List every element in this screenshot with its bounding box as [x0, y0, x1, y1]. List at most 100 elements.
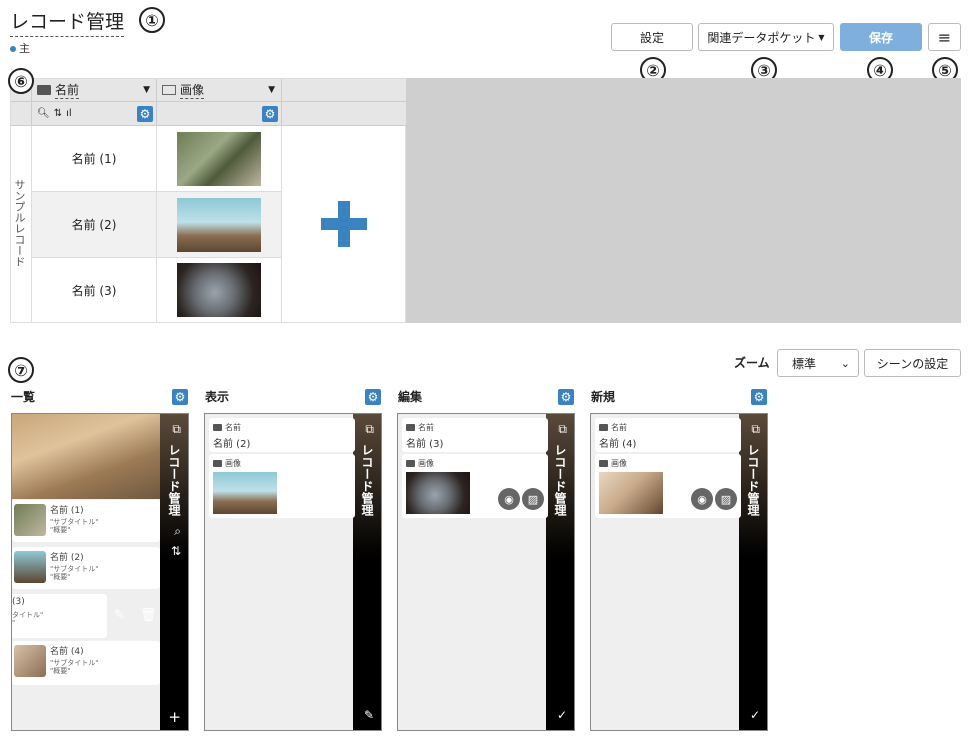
chevron-down-icon: ⌄ — [840, 357, 850, 370]
text-field-icon — [406, 424, 415, 431]
image-field-icon — [406, 460, 415, 467]
dropdown-caret-icon[interactable]: ▼ — [143, 85, 150, 95]
rail-title: レコード管理 — [553, 444, 567, 516]
scene-title-new: 新規 — [591, 390, 616, 404]
gear-icon[interactable]: ⚙ — [137, 106, 153, 122]
plus-icon[interactable] — [321, 201, 367, 247]
dropdown-caret-icon: ▼ — [818, 32, 825, 42]
cat-photo — [213, 472, 277, 514]
check-icon[interactable]: ✓ — [557, 708, 567, 722]
subtitle-text: 主 — [19, 42, 30, 55]
item-name: (3) — [12, 597, 25, 607]
scene-settings-button[interactable]: シーンの設定 — [864, 349, 961, 377]
table-cell-name[interactable]: 名前 (2) — [32, 192, 157, 258]
search-icon[interactable]: ⌕ — [174, 524, 181, 539]
scene-title-edit: 編集 — [398, 390, 423, 404]
copy-icon[interactable]: ⧉ — [751, 422, 760, 437]
column-header-image[interactable]: 画像 ▼ — [157, 79, 282, 102]
callout-7: ⑦ — [8, 357, 34, 383]
cat-photo-3 — [177, 263, 261, 317]
copy-icon[interactable]: ⧉ — [172, 422, 181, 437]
list-item[interactable]: 名前 (1) "サブタイトル" "概要" — [12, 500, 160, 542]
empty-grid-area — [406, 78, 961, 323]
save-button[interactable]: 保存 — [840, 23, 922, 51]
text-field-icon — [37, 85, 51, 95]
copy-icon[interactable]: ⧉ — [558, 422, 567, 437]
zoom-select[interactable]: 標準 ⌄ — [777, 349, 859, 377]
table-cell-image[interactable] — [157, 258, 282, 323]
table-cell-image[interactable] — [157, 126, 282, 192]
table-cell-name[interactable]: 名前 (1) — [32, 126, 157, 192]
gear-icon[interactable]: ⚙ — [558, 389, 574, 405]
related-label: 関連データポケット — [707, 30, 816, 45]
gear-icon[interactable]: ⚙ — [751, 389, 767, 405]
gear-icon[interactable]: ⚙ — [172, 389, 188, 405]
image-field-icon — [213, 460, 222, 467]
edit-icon[interactable]: ✎ — [114, 608, 125, 623]
callout-6: ⑥ — [8, 68, 34, 94]
rail-title: レコード管理 — [360, 444, 374, 516]
dropdown-caret-icon[interactable]: ▼ — [268, 85, 275, 95]
corner-subheader — [11, 102, 32, 126]
image-picker-icon[interactable]: ▨ — [522, 488, 544, 510]
related-data-pocket-button[interactable]: 関連データポケット ▼ — [698, 23, 834, 51]
scene-preview-list[interactable]: ⧉ レコード管理 ⌕ ⇅ + 名前 (1) "サブタイトル" "概要" 名前 (… — [11, 413, 189, 731]
column-label-image: 画像 — [180, 83, 205, 99]
cat-photo-1 — [177, 131, 261, 186]
zoom-value: 標準 — [792, 356, 817, 371]
field-name: 名前 名前 (2) — [209, 418, 355, 452]
field-name[interactable]: 名前 名前 (4) — [595, 418, 741, 452]
list-item-swiped[interactable]: (3) タイトル" " — [12, 594, 107, 638]
scene-preview-new[interactable]: ⧉ レコード管理 ✓ 名前 名前 (4) 画像 ◉ ▨ — [590, 413, 768, 731]
cat-photo — [599, 472, 663, 514]
table-cell-name[interactable]: 名前 (3) — [32, 258, 157, 323]
search-icon[interactable]: 🔍︎ — [37, 108, 50, 119]
field-value: 名前 (3) — [406, 439, 444, 450]
menu-button[interactable]: ≡ — [928, 23, 961, 51]
field-image[interactable]: 画像 ◉ ▨ — [402, 454, 548, 518]
check-icon[interactable]: ✓ — [750, 708, 760, 722]
gear-icon[interactable]: ⚙ — [262, 106, 278, 122]
settings-button[interactable]: 設定 — [611, 23, 693, 51]
item-desc: "概要" — [50, 573, 71, 581]
thumbnail — [14, 551, 46, 583]
rail-title: レコード管理 — [167, 444, 181, 516]
field-image: 画像 — [209, 454, 355, 518]
column-label-name: 名前 — [55, 83, 80, 99]
copy-icon[interactable]: ⧉ — [365, 422, 374, 437]
item-name: 名前 (1) — [50, 506, 84, 516]
column-header-name[interactable]: 名前 ▼ — [32, 79, 157, 102]
sort-icon[interactable]: ⇅ — [171, 544, 181, 558]
add-icon[interactable]: + — [168, 708, 181, 726]
item-subtitle: タイトル" — [12, 611, 44, 619]
text-field-icon — [599, 424, 608, 431]
scene-title-list: 一覧 — [11, 390, 36, 404]
table-cell-image[interactable] — [157, 192, 282, 258]
chart-icon[interactable]: ıl — [66, 108, 72, 119]
field-label: 画像 — [225, 459, 241, 468]
empty-subheader — [282, 102, 406, 126]
sort-icon[interactable]: ⇅ — [54, 108, 62, 119]
bullet-icon — [10, 46, 16, 52]
field-label: 名前 — [225, 423, 241, 432]
scene-preview-edit[interactable]: ⧉ レコード管理 ✓ 名前 名前 (3) 画像 ◉ ▨ — [397, 413, 575, 731]
camera-icon[interactable]: ◉ — [691, 488, 713, 510]
field-name[interactable]: 名前 名前 (3) — [402, 418, 548, 452]
rail-title: レコード管理 — [746, 444, 760, 516]
gear-icon[interactable]: ⚙ — [365, 389, 381, 405]
field-image[interactable]: 画像 ◉ ▨ — [595, 454, 741, 518]
trash-icon[interactable]: 🗑︎ — [140, 608, 157, 623]
column-toolbar-image: ⚙ — [157, 102, 282, 126]
image-field-icon — [162, 85, 176, 95]
field-value: 名前 (2) — [213, 439, 251, 450]
image-picker-icon[interactable]: ▨ — [715, 488, 737, 510]
edit-icon[interactable]: ✎ — [364, 708, 374, 722]
zoom-label: ズーム — [734, 356, 770, 370]
text-field-icon — [213, 424, 222, 431]
add-column-area[interactable] — [282, 126, 406, 323]
list-item[interactable]: 名前 (4) "サブタイトル" "概要" — [12, 641, 160, 685]
camera-icon[interactable]: ◉ — [498, 488, 520, 510]
scene-preview-view[interactable]: ⧉ レコード管理 ✎ 名前 名前 (2) 画像 — [204, 413, 382, 731]
record-table: 名前 ▼ 画像 ▼ 🔍︎ ⇅ ıl ⚙ ⚙ サンプルレコード 名前 (1) 名前… — [10, 78, 406, 323]
list-item[interactable]: 名前 (2) "サブタイトル" "概要" — [12, 547, 160, 589]
